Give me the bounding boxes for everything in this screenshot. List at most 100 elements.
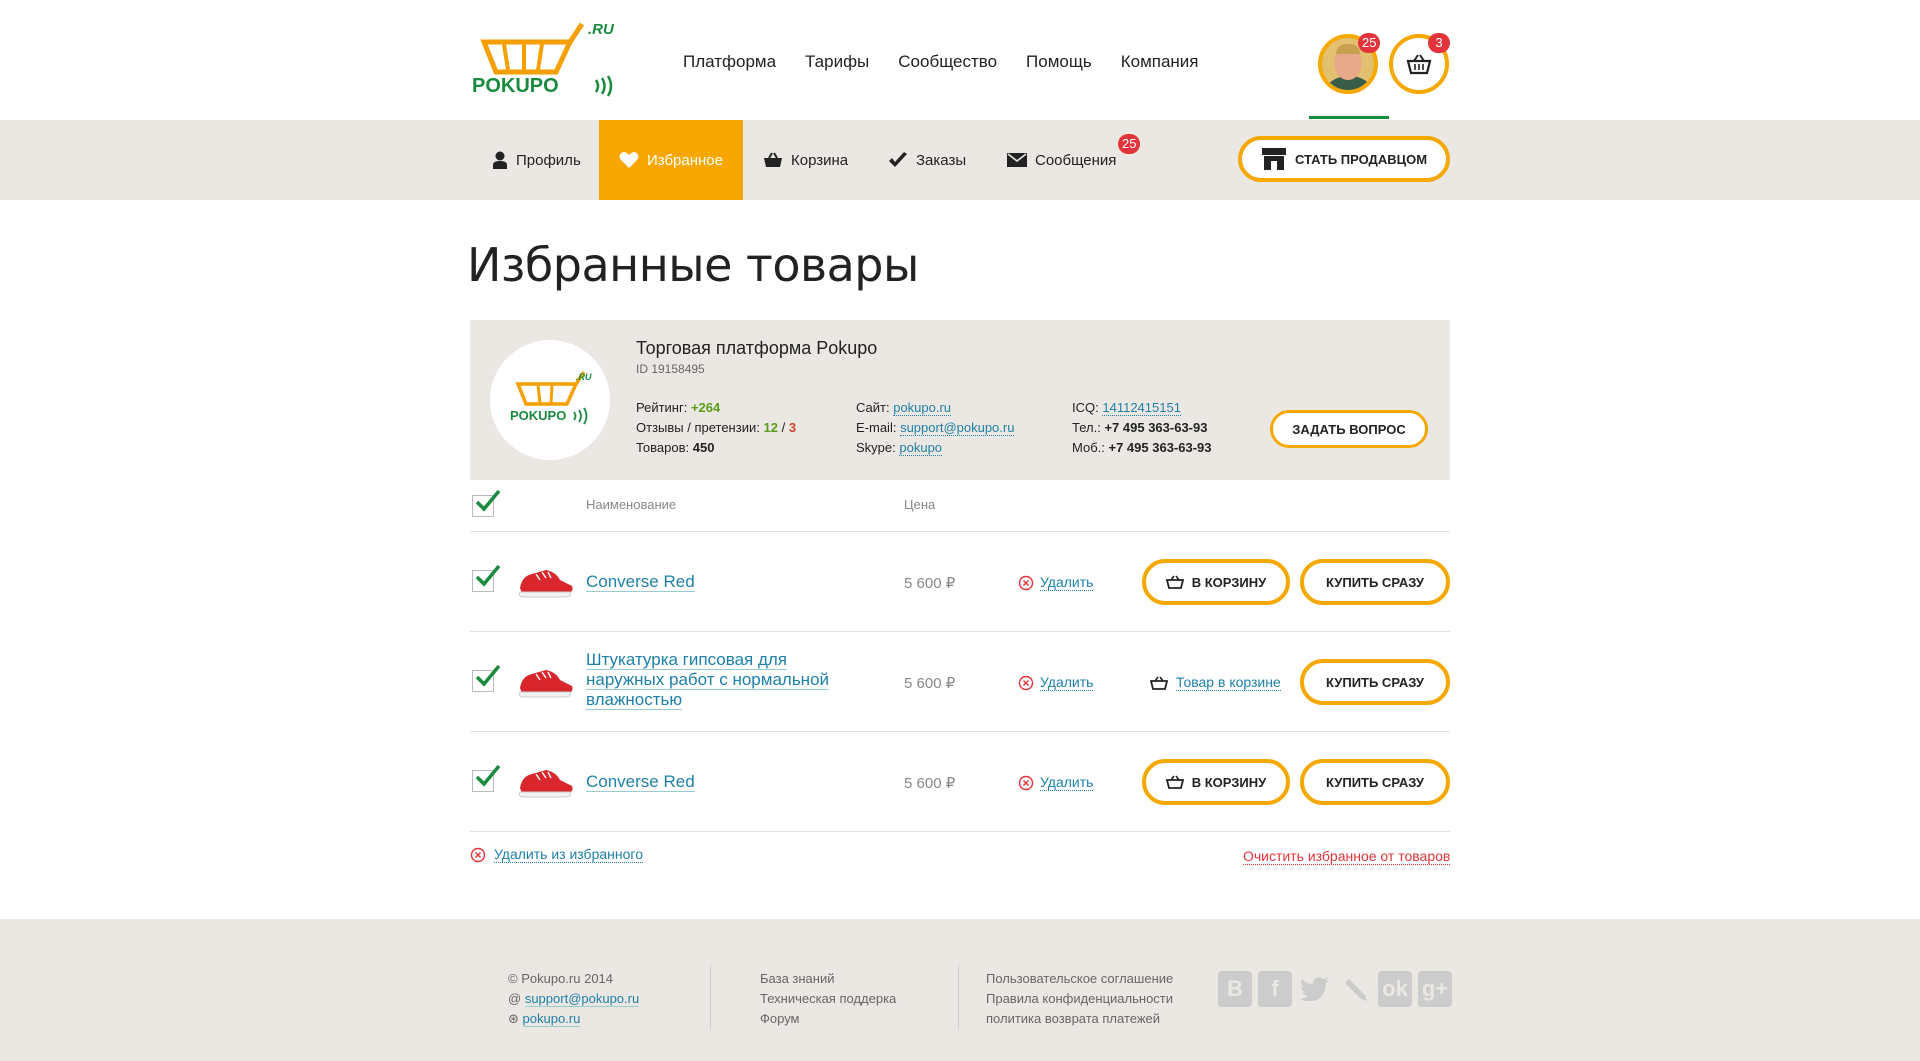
close-circle-icon xyxy=(1018,675,1034,690)
tab-profile[interactable]: Профиль xyxy=(492,120,581,200)
select-all-checkbox[interactable] xyxy=(472,489,501,517)
shop-icq-link[interactable]: 14112415151 xyxy=(1102,400,1181,416)
basket-icon xyxy=(1150,676,1168,690)
check-icon xyxy=(889,152,907,167)
shop-skype-link[interactable]: pokupo xyxy=(899,440,943,456)
ask-question-button[interactable]: ЗАДАТЬ ВОПРОС xyxy=(1270,410,1428,448)
tab-profile-label: Профиль xyxy=(516,151,581,169)
shop-logo[interactable]: .RU POKUPO xyxy=(490,340,610,460)
messages-badge: 25 xyxy=(1118,134,1141,154)
nav-community[interactable]: Сообщество xyxy=(898,52,997,72)
tab-cart-label: Корзина xyxy=(791,151,849,169)
header: .RU POKUPO Платформа Тарифы Сообщество П… xyxy=(0,0,1920,120)
tab-cart[interactable]: Корзина xyxy=(763,120,848,200)
checkmark-icon xyxy=(475,764,501,787)
basket-icon xyxy=(764,152,782,167)
table-row: Converse Red 5 600 ₽ Удалить В КОРЗИНУ К… xyxy=(470,532,1450,632)
remove-from-favorites-link[interactable]: Удалить из избранного xyxy=(470,846,643,863)
footer-link-support[interactable]: Техническая поддерка xyxy=(760,989,896,1009)
tab-favorites[interactable]: Избранное xyxy=(599,120,743,200)
shop-logo-text: POKUPO xyxy=(510,408,566,423)
footer-link-forum[interactable]: Форум xyxy=(760,1009,896,1029)
cart-count-badge: 3 xyxy=(1428,33,1450,53)
footer-link-knowledge[interactable]: База знаний xyxy=(760,969,896,989)
product-name-link[interactable]: Converse Red xyxy=(586,572,846,592)
close-circle-icon xyxy=(1018,575,1034,590)
footer-contacts: © Pokupo.ru 2014 @ support@pokupo.ru ⊛ p… xyxy=(508,969,640,1029)
footer-link-privacy[interactable]: Правила конфиденциальности xyxy=(986,989,1173,1009)
envelope-icon xyxy=(1007,153,1027,167)
nav-company[interactable]: Компания xyxy=(1121,52,1199,72)
product-name-link[interactable]: Штукатурка гипсовая для наружных работ с… xyxy=(586,650,846,710)
buy-now-button[interactable]: КУПИТЬ СРАЗУ xyxy=(1300,659,1450,705)
facebook-icon[interactable]: f xyxy=(1258,971,1292,1007)
in-cart-link[interactable]: Товар в корзине xyxy=(1150,674,1281,691)
checkmark-icon xyxy=(475,664,501,687)
footer-link-refunds[interactable]: политика возврата платежей xyxy=(986,1009,1173,1029)
logo[interactable]: .RU POKUPO xyxy=(470,20,620,102)
basket-icon xyxy=(1165,575,1184,589)
product-name-link[interactable]: Converse Red xyxy=(586,772,846,792)
add-to-cart-button[interactable]: В КОРЗИНУ xyxy=(1142,559,1290,605)
google-plus-icon[interactable]: g+ xyxy=(1418,971,1452,1007)
email-icon: @ xyxy=(508,991,522,1006)
shop-contacts: Сайт: pokupo.ru E-mail: support@pokupo.r… xyxy=(856,400,1015,456)
tab-messages[interactable]: Сообщения xyxy=(1007,120,1116,200)
product-price: 5 600 ₽ xyxy=(904,775,956,792)
shop-title: Торговая платформа Pokupo xyxy=(636,338,878,358)
footer-links-support: База знаний Техническая поддерка Форум xyxy=(760,969,896,1029)
tab-orders-label: Заказы xyxy=(916,151,967,169)
footer: © Pokupo.ru 2014 @ support@pokupo.ru ⊛ p… xyxy=(0,919,1920,1061)
product-thumbnail[interactable] xyxy=(516,562,576,602)
shop-email-link[interactable]: support@pokupo.ru xyxy=(900,420,1015,436)
shop-stats: Рейтинг: +264 Отзывы / претензии: 12 / 3… xyxy=(636,400,797,455)
shop-card: .RU POKUPO Торговая платформа Pokupo ID … xyxy=(470,320,1450,480)
table-header: Наименование Цена xyxy=(470,480,1450,532)
row-checkbox[interactable] xyxy=(472,764,501,792)
nav-tariffs[interactable]: Тарифы xyxy=(805,52,869,72)
shop-phones: ICQ: 14112415151 Тел.: +7 495 363-63-93 … xyxy=(1072,400,1212,455)
reviews-positive: 12 xyxy=(763,420,778,435)
nav-help[interactable]: Помощь xyxy=(1026,52,1092,72)
buy-now-button[interactable]: КУПИТЬ СРАЗУ xyxy=(1300,559,1450,605)
row-checkbox[interactable] xyxy=(472,664,501,692)
reviews-negative: 3 xyxy=(788,420,797,435)
logo-text: POKUPO xyxy=(472,75,559,97)
shop-phone: +7 495 363-63-93 xyxy=(1104,420,1208,435)
delete-button[interactable]: Удалить xyxy=(1018,774,1094,791)
row-checkbox[interactable] xyxy=(472,564,501,592)
buy-now-button[interactable]: КУПИТЬ СРАЗУ xyxy=(1300,759,1450,805)
product-price: 5 600 ₽ xyxy=(904,675,956,692)
tab-favorites-label: Избранное xyxy=(646,151,723,169)
tab-orders[interactable]: Заказы xyxy=(888,120,966,200)
table-row: Штукатурка гипсовая для наружных работ с… xyxy=(470,632,1450,732)
basket-icon xyxy=(1165,775,1184,789)
account-subnav: Профиль Избранное Корзина Заказы Сообщен… xyxy=(0,120,1920,200)
twitter-icon[interactable] xyxy=(1298,971,1332,1007)
product-thumbnail[interactable] xyxy=(516,762,576,802)
tab-messages-label: Сообщения xyxy=(1035,151,1117,169)
checkmark-icon xyxy=(475,564,501,587)
page-title: Избранные товары xyxy=(467,238,919,292)
column-price-header: Цена xyxy=(904,497,936,512)
shop-mobile: +7 495 363-63-93 xyxy=(1108,440,1212,455)
shop-site-link[interactable]: pokupo.ru xyxy=(893,400,952,416)
footer-email-link[interactable]: support@pokupo.ru xyxy=(524,991,640,1007)
delete-button[interactable]: Удалить xyxy=(1018,674,1094,691)
user-icon xyxy=(493,151,507,169)
footer-link-terms[interactable]: Пользовательское соглашение xyxy=(986,969,1173,989)
become-seller-button[interactable]: СТАТЬ ПРОДАВЦОМ xyxy=(1238,136,1450,182)
shop-logo-suffix: .RU xyxy=(576,372,592,382)
footer-skype-link[interactable]: pokupo.ru xyxy=(522,1011,581,1027)
vk-icon[interactable]: B xyxy=(1218,971,1252,1007)
delete-button[interactable]: Удалить xyxy=(1018,574,1094,591)
clear-favorites-link[interactable]: Очистить избранное от товаров xyxy=(1243,848,1451,865)
odnoklassniki-icon[interactable]: ok xyxy=(1378,971,1412,1007)
livejournal-icon[interactable] xyxy=(1338,971,1372,1007)
product-thumbnail[interactable] xyxy=(516,662,576,702)
logo-suffix: .RU xyxy=(588,21,615,38)
nav-platform[interactable]: Платформа xyxy=(683,52,776,72)
heart-icon xyxy=(619,152,639,168)
checkmark-icon xyxy=(475,489,501,512)
add-to-cart-button[interactable]: В КОРЗИНУ xyxy=(1142,759,1290,805)
